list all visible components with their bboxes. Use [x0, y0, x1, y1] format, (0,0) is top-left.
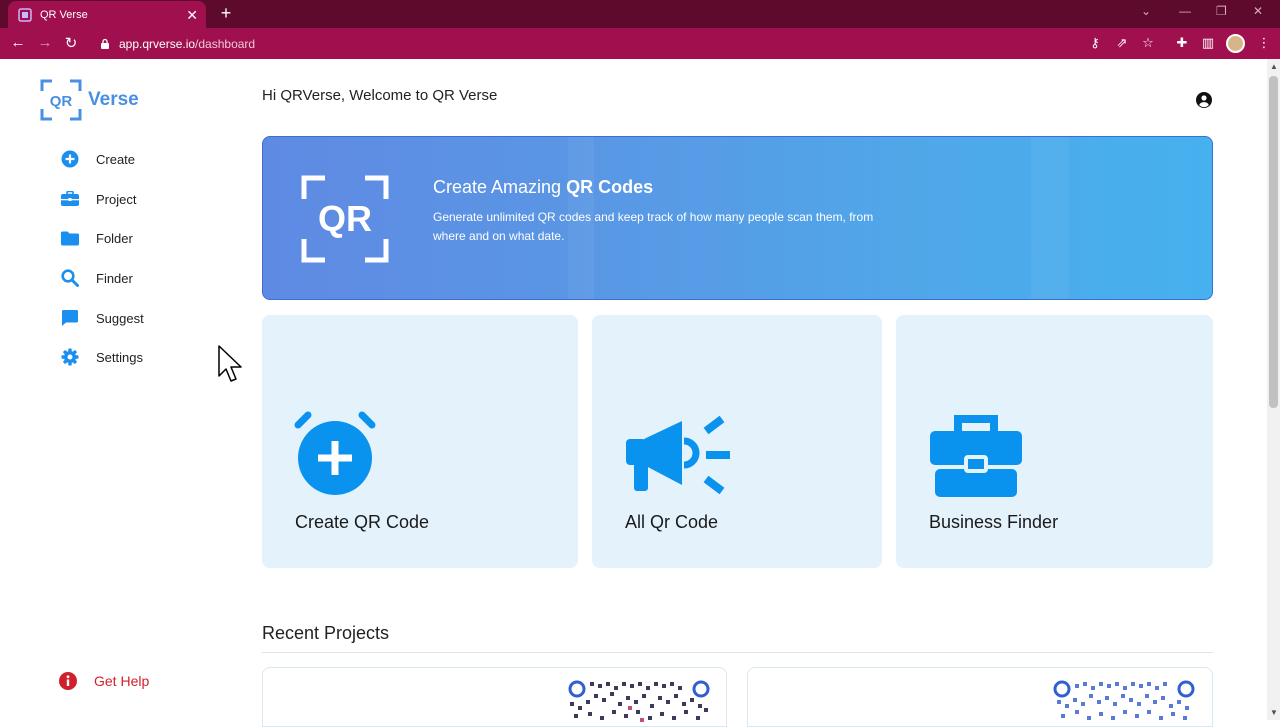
card-label: All Qr Code	[625, 512, 719, 532]
browser-tab-bar: QR Verse ✕ + ⌄ — ❐ ✕	[0, 0, 1280, 28]
megaphone-icon	[626, 415, 730, 495]
sidebar-item-folder[interactable]: Folder	[60, 227, 133, 249]
sidebar-item-label: Folder	[96, 230, 133, 246]
gear-icon	[60, 347, 80, 367]
svg-text:QR: QR	[318, 198, 372, 239]
sidebar-item-label: Suggest	[96, 310, 144, 326]
sidebar-item-label: Project	[96, 191, 137, 207]
address-bar[interactable]: app.qrverse.io/dashboard	[96, 32, 1256, 55]
side-panel-icon[interactable]: ▥	[1200, 35, 1216, 51]
tab-title: QR Verse	[40, 8, 88, 21]
back-icon[interactable]: ←	[9, 34, 27, 51]
bookmark-star-icon[interactable]: ☆	[1140, 35, 1156, 51]
url-host: app.qrverse.io	[119, 36, 196, 51]
business-finder-card[interactable]: Business Finder	[896, 315, 1213, 568]
sidebar-item-suggest[interactable]: Suggest	[60, 307, 144, 329]
create-qr-code-card[interactable]: Create QR Code	[262, 315, 578, 568]
mouse-cursor-icon	[218, 345, 242, 382]
close-tab-icon[interactable]: ✕	[186, 7, 198, 24]
recent-projects-heading: Recent Projects	[262, 623, 390, 643]
forward-icon[interactable]: →	[36, 34, 54, 51]
hero-title: Create Amazing QR Codes	[433, 177, 653, 198]
reload-icon[interactable]: ↻	[62, 34, 80, 52]
new-tab-icon[interactable]: +	[216, 3, 236, 24]
scrollbar-thumb[interactable]	[1269, 76, 1278, 408]
hero-banner: QR Create Amazing QR Codes Generate unli…	[262, 136, 1213, 300]
plus-circle-icon	[60, 149, 80, 169]
key-icon[interactable]: ⚷	[1087, 35, 1103, 51]
tab-search-icon[interactable]: ⌄	[1141, 4, 1151, 18]
card-label: Create QR Code	[295, 512, 430, 532]
url-path: /dashboard	[195, 36, 256, 51]
page: QR Verse Create Project Folder Finder Su…	[0, 59, 1267, 727]
toolbox-icon	[930, 415, 1022, 497]
recent-project-card[interactable]	[747, 667, 1213, 727]
sidebar-item-create[interactable]: Create	[60, 148, 135, 170]
alarm-plus-icon	[294, 411, 376, 495]
qr-logo-icon: QR	[40, 79, 82, 121]
browser-toolbar: ← → ↻ app.qrverse.io/dashboard ⚷ ⇗ ☆ ✚ ▥…	[0, 28, 1280, 59]
message-icon	[60, 308, 80, 328]
profile-avatar[interactable]	[1226, 34, 1245, 53]
extensions-icon[interactable]: ✚	[1174, 35, 1190, 51]
window-close-icon[interactable]: ✕	[1253, 4, 1263, 18]
logo-word: Verse	[88, 89, 139, 110]
sidebar-item-label: Finder	[96, 270, 133, 286]
sidebar-item-project[interactable]: Project	[60, 188, 136, 210]
all-qr-code-card[interactable]: All Qr Code	[592, 315, 882, 568]
recent-project-card[interactable]	[262, 667, 727, 727]
sidebar-item-label: Create	[96, 151, 136, 167]
search-icon	[60, 268, 80, 288]
get-help-link[interactable]: Get Help	[58, 671, 149, 691]
hero-description: Generate unlimited QR codes and keep tra…	[433, 210, 874, 243]
lock-icon	[101, 38, 109, 49]
card-label: Business Finder	[929, 512, 1059, 532]
scroll-down-icon[interactable]: ▼	[1270, 708, 1278, 717]
logo[interactable]: QR Verse	[40, 79, 139, 121]
logo-mark: QR	[50, 93, 73, 110]
qr-favicon-icon	[18, 7, 32, 22]
hero-title-prefix: Create Amazing	[433, 177, 567, 197]
qr-scan-icon: QR	[301, 175, 389, 263]
hero-band	[1031, 137, 1069, 299]
hero-title-bold: QR Codes	[566, 177, 654, 197]
sidebar-item-settings[interactable]: Settings	[60, 346, 143, 368]
get-help-label: Get Help	[94, 673, 150, 689]
briefcase-icon	[60, 189, 80, 209]
info-icon	[59, 672, 77, 690]
user-account-icon[interactable]	[1196, 92, 1212, 108]
restore-icon[interactable]: ❐	[1216, 4, 1227, 18]
folder-icon	[60, 228, 80, 248]
minimize-icon[interactable]: —	[1179, 4, 1191, 18]
browser-tab[interactable]: QR Verse ✕	[8, 1, 206, 28]
menu-icon[interactable]: ⋮	[1256, 35, 1272, 51]
scroll-up-icon[interactable]: ▲	[1270, 62, 1278, 71]
share-icon[interactable]: ⇗	[1114, 35, 1130, 51]
welcome-message: Hi QRVerse, Welcome to QR Verse	[262, 87, 498, 104]
sidebar-item-label: Settings	[96, 349, 143, 365]
sidebar-item-finder[interactable]: Finder	[60, 267, 133, 289]
divider	[262, 652, 1213, 653]
